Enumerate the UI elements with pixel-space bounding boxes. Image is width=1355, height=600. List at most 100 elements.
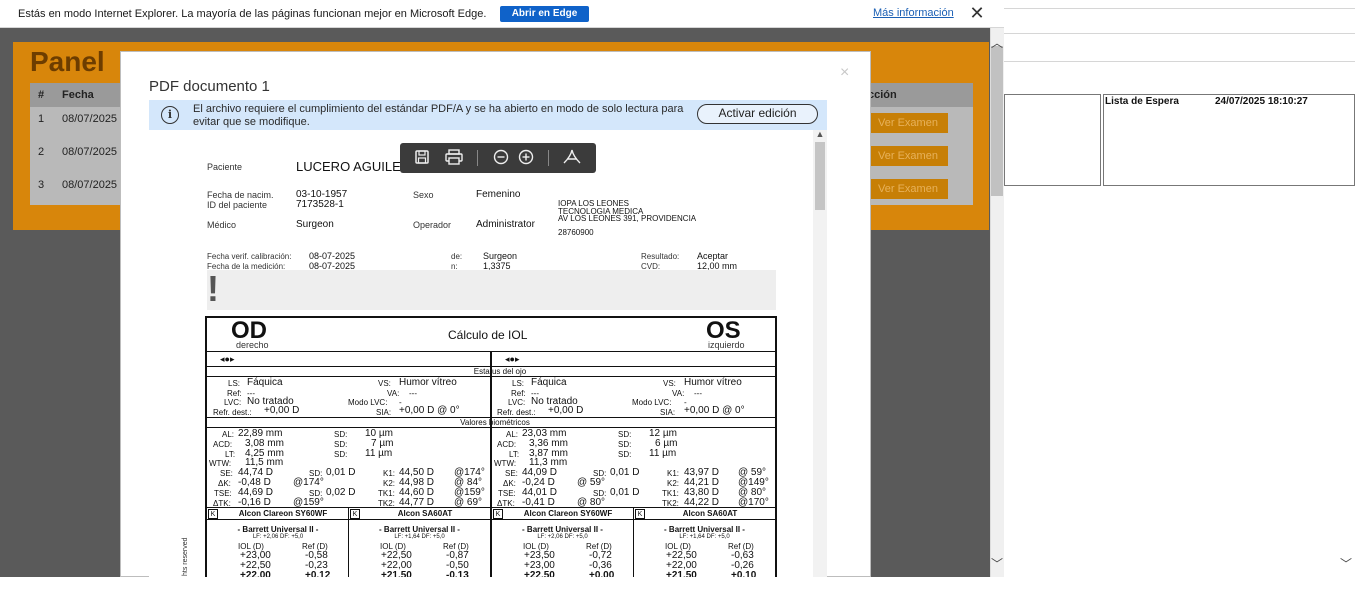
- os-sia: +0,00 D @ 0°: [684, 405, 745, 416]
- k-marker: K: [493, 509, 503, 519]
- calibration-label: Fecha verif. calibración:: [207, 252, 292, 261]
- open-in-edge-button[interactable]: Abrir en Edge: [500, 6, 589, 22]
- lens-formula: - Barrett Universal II -: [522, 525, 603, 534]
- table-row-date: 08/07/2025: [62, 179, 118, 191]
- column-header-num: #: [38, 89, 45, 101]
- dob-label: Fecha de nacim.: [207, 190, 274, 200]
- close-icon[interactable]: ✕: [968, 4, 986, 22]
- more-info-link[interactable]: Más información: [873, 7, 954, 19]
- os-lt-sd: 11 µm: [649, 448, 677, 459]
- os-refr: +0,00 D: [548, 405, 584, 416]
- scroll-down-icon[interactable]: ﹀: [1340, 555, 1352, 572]
- od-va: ---: [409, 389, 417, 398]
- de-value: Surgeon: [483, 251, 518, 261]
- od-tse-sd: 0,02 D: [326, 487, 356, 498]
- waiting-list-label: Lista de Espera: [1105, 96, 1179, 107]
- acrobat-icon[interactable]: [562, 149, 582, 167]
- doctor-label: Médico: [207, 220, 237, 230]
- doctor-value: Surgeon: [296, 219, 334, 230]
- iol-value: +22,00: [240, 570, 271, 577]
- ref-value: +0,00: [589, 570, 615, 577]
- save-icon[interactable]: [412, 149, 432, 167]
- table-row-num: 2: [38, 146, 45, 158]
- k-marker: K: [208, 509, 218, 519]
- iol-value: +22,50: [524, 570, 555, 577]
- scroll-down-icon[interactable]: ﹀: [990, 555, 1004, 572]
- table-row-date: 08/07/2025: [62, 146, 118, 158]
- os-tse-sd: 0,01 D: [610, 487, 640, 498]
- lens-name: Alcon Clareon SY60WF: [238, 509, 328, 518]
- iol-title: Cálculo de IOL: [448, 328, 528, 342]
- patient-id-label: ID del paciente: [207, 200, 268, 210]
- alert-strip: [207, 270, 776, 310]
- info-icon: i: [161, 106, 179, 124]
- view-exam-button[interactable]: Ver Examen: [868, 113, 948, 133]
- divider: [490, 352, 492, 577]
- od-dk-axis: @174°: [293, 477, 324, 488]
- modal-close-icon[interactable]: ×: [840, 64, 849, 82]
- panel-title: Panel: [30, 46, 105, 77]
- table-row-num: 3: [38, 179, 45, 191]
- lens-formula: - Barrett Universal II -: [664, 525, 745, 534]
- ie-mode-message: Estás en modo Internet Explorer. La mayo…: [18, 8, 487, 20]
- view-exam-button[interactable]: Ver Examen: [868, 146, 948, 166]
- eye-status-title: Estatus del ojo: [473, 367, 527, 376]
- od-vs: Humor vítreo: [399, 377, 457, 388]
- zoom-out-icon[interactable]: [491, 149, 511, 167]
- de-label: de:: [451, 252, 463, 261]
- zoom-in-icon[interactable]: [516, 149, 536, 167]
- waiting-list-timestamp: 24/07/2025 18:10:27: [1215, 96, 1308, 107]
- lens-params: LF: +1,64 DF: +5,0: [394, 534, 445, 540]
- right-panel-row: [1004, 34, 1355, 62]
- os-vs: Humor vítreo: [684, 377, 742, 388]
- right-panel-row: [1004, 8, 1355, 34]
- od-ls: Fáquica: [247, 377, 283, 388]
- operator-label: Operador: [413, 220, 452, 230]
- modal-title: PDF documento 1: [149, 78, 270, 95]
- iol-value: +21,50: [666, 570, 697, 577]
- divider: [207, 427, 775, 428]
- result-label: Resultado:: [641, 252, 680, 261]
- clinic-address: AV LOS LEONES 391, PROVIDENCIA: [558, 214, 697, 223]
- column-header-date: Fecha: [62, 89, 94, 101]
- k-marker: K: [635, 509, 645, 519]
- lens-name: Alcon Clareon SY60WF: [523, 509, 613, 518]
- scroll-up-icon[interactable]: ︿: [990, 34, 1004, 51]
- ref-value: +0,10: [731, 570, 757, 577]
- waiting-list-cell: [1103, 94, 1355, 186]
- column-header-action: cción: [868, 89, 897, 101]
- calibration-date: 08-07-2025: [309, 251, 356, 261]
- os-se-sd: 0,01 D: [610, 467, 640, 478]
- biometric-title: Valores biométricos: [460, 418, 530, 427]
- pdf-scrollbar-thumb[interactable]: [815, 142, 825, 210]
- toolbar-separator: [477, 150, 478, 166]
- result-value: Aceptar: [697, 251, 729, 261]
- eye-icon: ◂●▸: [505, 354, 520, 364]
- operator-value: Administrator: [476, 219, 535, 230]
- od-lt-sd: 11 µm: [365, 448, 393, 459]
- pdfa-notice-text: El archivo requiere el cumplimiento del …: [193, 103, 684, 128]
- ref-value: +0,12: [305, 570, 331, 577]
- table-row-date: 08/07/2025: [62, 113, 118, 125]
- lens-params: LF: +2,06 DF: +5,0: [537, 534, 588, 540]
- eye-icon: ◂●▸: [220, 354, 235, 364]
- os-subheading: izquierdo: [708, 340, 745, 350]
- sex-label: Sexo: [413, 190, 434, 200]
- scroll-up-icon[interactable]: ▲: [813, 129, 827, 139]
- enable-editing-button[interactable]: Activar edición: [697, 104, 818, 124]
- patient-id-value: 7173528-1: [296, 199, 344, 210]
- lens-formula: - Barrett Universal II -: [379, 525, 460, 534]
- alert-icon: !: [207, 268, 219, 309]
- os-ls: Fáquica: [531, 377, 567, 388]
- page-scrollbar-thumb[interactable]: [991, 46, 1003, 196]
- divider: [207, 519, 775, 520]
- lens-params: LF: +2,06 DF: +5,0: [252, 534, 304, 540]
- os-va: ---: [694, 389, 702, 398]
- view-exam-button[interactable]: Ver Examen: [868, 179, 948, 199]
- divider: [348, 507, 349, 577]
- sex-value: Femenino: [476, 189, 521, 200]
- lens-name: Alcon SA60AT: [397, 509, 453, 518]
- print-icon[interactable]: [444, 149, 464, 167]
- od-se-sd: 0,01 D: [326, 467, 356, 478]
- iol-value: +21,50: [381, 570, 412, 577]
